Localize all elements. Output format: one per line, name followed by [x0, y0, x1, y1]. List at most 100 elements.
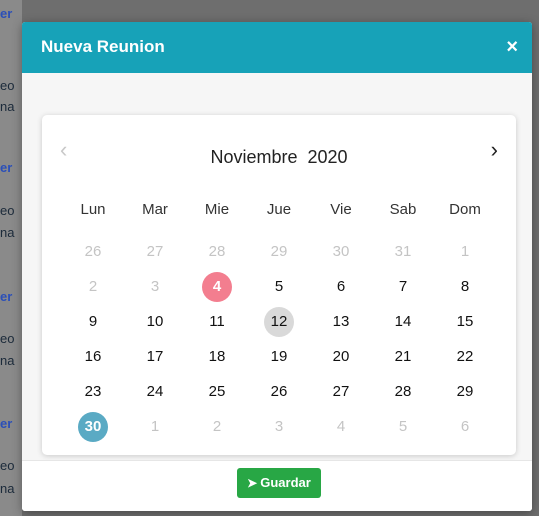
day-number: 16	[84, 348, 102, 365]
day-cell[interactable]: 2	[62, 270, 124, 304]
day-cell[interactable]: 30	[310, 235, 372, 269]
day-cell[interactable]: 3	[248, 410, 310, 444]
save-button[interactable]: ➤ Guardar	[237, 468, 321, 498]
day-cell[interactable]: 17	[124, 340, 186, 374]
day-cell-gray[interactable]: 12	[248, 305, 310, 339]
background-text: na	[0, 99, 15, 114]
day-cell[interactable]: 1	[434, 235, 496, 269]
day-cell[interactable]: 28	[186, 235, 248, 269]
day-cell[interactable]: 15	[434, 305, 496, 339]
modal-body: ‹ › Noviembre 2020 Lun Mar Mie Jue Vie Sab Dom…	[22, 73, 532, 460]
day-number: 29	[270, 243, 288, 260]
day-cell[interactable]: 6	[310, 270, 372, 304]
day-cell[interactable]: 6	[434, 410, 496, 444]
day-number: 10	[146, 313, 164, 330]
day-cell[interactable]: 2	[186, 410, 248, 444]
modal-header: Nueva Reunion ×	[22, 22, 532, 73]
modal-title: Nueva Reunion	[41, 37, 165, 56]
day-cell[interactable]: 9	[62, 305, 124, 339]
day-cell[interactable]: 20	[310, 340, 372, 374]
date-picker: ‹ › Noviembre 2020 Lun Mar Mie Jue Vie Sab Dom…	[42, 115, 516, 455]
day-number: 26	[270, 383, 288, 400]
paper-plane-icon: ➤	[247, 476, 258, 490]
day-number: 2	[88, 278, 98, 295]
background-text: eo	[0, 458, 15, 473]
day-cell[interactable]: 14	[372, 305, 434, 339]
background-text: eo	[0, 331, 15, 346]
day-cell[interactable]: 3	[124, 270, 186, 304]
day-number: 25	[208, 383, 226, 400]
day-cell[interactable]: 29	[434, 375, 496, 409]
day-cell[interactable]: 23	[62, 375, 124, 409]
weekday-label: Dom	[449, 201, 481, 218]
day-cell[interactable]: 1	[124, 410, 186, 444]
day-number: 17	[146, 348, 164, 365]
weekday-label: Jue	[266, 201, 292, 218]
day-number: 3	[150, 278, 160, 295]
day-number: 28	[208, 243, 226, 260]
background-text: eo	[0, 203, 15, 218]
day-number: 30	[332, 243, 350, 260]
day-number: 5	[398, 418, 408, 435]
day-cell[interactable]: 5	[248, 270, 310, 304]
day-cell-pink[interactable]: 4	[186, 270, 248, 304]
day-cell[interactable]: 29	[248, 235, 310, 269]
day-number: 6	[336, 278, 346, 295]
day-number: 13	[332, 313, 350, 330]
day-cell[interactable]: 27	[310, 375, 372, 409]
day-number: 23	[84, 383, 102, 400]
day-number: 22	[456, 348, 474, 365]
day-cell[interactable]: 26	[248, 375, 310, 409]
day-number: 7	[398, 278, 408, 295]
day-number: 4	[336, 418, 346, 435]
day-number: 27	[146, 243, 164, 260]
day-number: 1	[460, 243, 470, 260]
day-number: 24	[146, 383, 164, 400]
day-cell[interactable]: 24	[124, 375, 186, 409]
weekday-label: Lun	[80, 201, 106, 218]
day-number: 29	[456, 383, 474, 400]
day-cell[interactable]: 27	[124, 235, 186, 269]
day-number: 20	[332, 348, 350, 365]
month-label: Noviembre	[210, 147, 298, 167]
day-number: 15	[456, 313, 474, 330]
day-number: 8	[460, 278, 470, 295]
day-cell-blue[interactable]: 30	[62, 410, 124, 444]
day-number: 18	[208, 348, 226, 365]
day-cell[interactable]: 19	[248, 340, 310, 374]
day-number: 9	[88, 313, 98, 330]
day-cell[interactable]: 8	[434, 270, 496, 304]
day-cell[interactable]: 7	[372, 270, 434, 304]
day-number: 21	[394, 348, 412, 365]
day-cell[interactable]: 16	[62, 340, 124, 374]
day-cell[interactable]: 25	[186, 375, 248, 409]
day-cell[interactable]: 28	[372, 375, 434, 409]
day-number: 11	[209, 313, 225, 330]
modal-footer: ➤ Guardar	[22, 460, 532, 511]
background-text: na	[0, 353, 15, 368]
close-button[interactable]: ×	[506, 36, 518, 58]
day-cell[interactable]: 18	[186, 340, 248, 374]
day-cell[interactable]: 4	[310, 410, 372, 444]
day-cell[interactable]: 31	[372, 235, 434, 269]
day-cell[interactable]: 22	[434, 340, 496, 374]
weekday-header: Lun Mar Mie Jue Vie Sab Dom	[62, 201, 496, 221]
background-link: er	[0, 416, 13, 431]
day-cell[interactable]: 21	[372, 340, 434, 374]
weekday-label: Sab	[389, 201, 417, 218]
new-meeting-modal: Nueva Reunion × ‹ › Noviembre 2020 Lun Ma…	[22, 22, 532, 511]
background-link: er	[0, 6, 13, 21]
day-number: 19	[270, 348, 288, 365]
day-cell[interactable]: 5	[372, 410, 434, 444]
day-number: 5	[274, 278, 284, 295]
year-label: 2020	[307, 147, 348, 167]
day-cell[interactable]: 11	[186, 305, 248, 339]
day-cell[interactable]: 10	[124, 305, 186, 339]
day-number: 3	[274, 418, 284, 435]
day-number: 30	[78, 412, 108, 442]
weekday-label: Vie	[330, 201, 352, 218]
day-number: 4	[202, 272, 232, 302]
day-cell[interactable]: 13	[310, 305, 372, 339]
day-number: 31	[394, 243, 412, 260]
day-cell[interactable]: 26	[62, 235, 124, 269]
